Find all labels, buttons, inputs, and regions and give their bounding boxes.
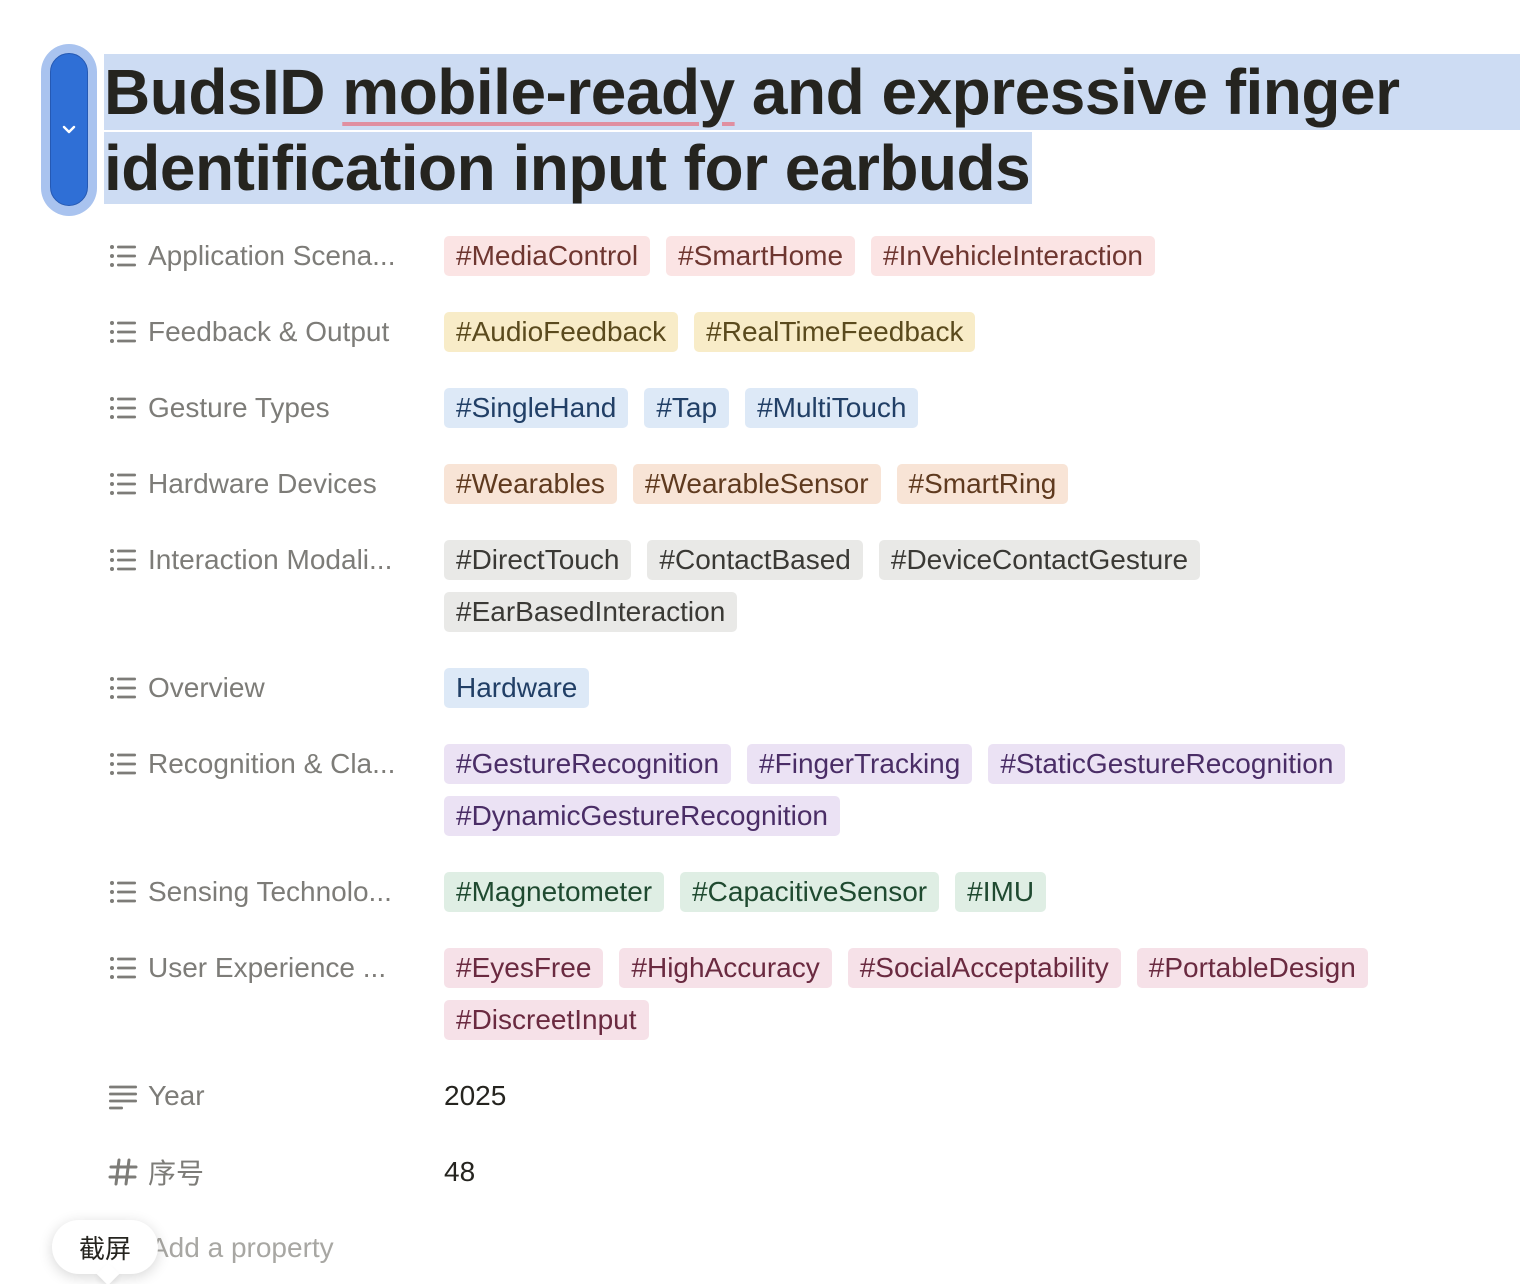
property-year-label-text: Year [148, 1080, 205, 1111]
tag[interactable]: #AudioFeedback [444, 312, 679, 352]
property-gesture-label[interactable]: Gesture Types [108, 388, 444, 428]
add-property-button[interactable]: Add a property [150, 1228, 334, 1268]
property-interaction-label-text: Interaction Modali... [148, 544, 393, 575]
tag[interactable]: #PortableDesign [1136, 948, 1368, 988]
tag[interactable]: #DeviceContactGesture [878, 540, 1201, 580]
property-row-gesture: Gesture Types #SingleHand #Tap #MultiTouch [108, 388, 1508, 428]
tag[interactable]: #InVehicleInteraction [871, 236, 1156, 276]
tag[interactable]: #WearableSensor [632, 464, 881, 504]
property-number-label[interactable]: 序号 [108, 1152, 444, 1192]
list-icon [108, 673, 138, 703]
list-icon [108, 545, 138, 575]
tag[interactable]: #Magnetometer [444, 872, 665, 912]
tag[interactable]: Hardware [444, 668, 590, 708]
tag[interactable]: #SingleHand [444, 388, 629, 428]
title-line-2-text: identification input for earbuds [104, 132, 1033, 204]
list-icon [108, 393, 138, 423]
property-feedback-label-text: Feedback & Output [148, 316, 390, 347]
text-lines-icon [108, 1081, 138, 1111]
list-icon [108, 317, 138, 347]
property-interaction-value[interactable]: #DirectTouch #ContactBased #DeviceContactG… [444, 540, 1404, 632]
tag[interactable]: #IMU [955, 872, 1047, 912]
list-icon [108, 953, 138, 983]
property-recognition-label-text: Recognition & Cla... [148, 748, 396, 779]
tag[interactable]: #HighAccuracy [619, 948, 832, 988]
property-ux-value[interactable]: #EyesFree #HighAccuracy #SocialAcceptabili… [444, 948, 1404, 1040]
property-hardware-label[interactable]: Hardware Devices [108, 464, 444, 504]
property-sensing-value[interactable]: #Magnetometer #CapacitiveSensor #IMU [444, 872, 1047, 912]
tag[interactable]: #MediaControl [444, 236, 651, 276]
page-title[interactable]: BudsID mobile-ready and expressive finge… [104, 54, 1520, 206]
list-icon [108, 469, 138, 499]
property-feedback-value[interactable]: #AudioFeedback #RealTimeFeedback [444, 312, 976, 352]
property-sensing-label[interactable]: Sensing Technolo... [108, 872, 444, 912]
property-row-overview: Overview Hardware [108, 668, 1508, 708]
title-rest-1: and expressive finger [751, 56, 1400, 128]
property-overview-value[interactable]: Hardware [444, 668, 590, 708]
property-application-value[interactable]: #MediaControl #SmartHome #InVehicleInterac… [444, 236, 1156, 276]
chevron-down-icon [62, 125, 76, 133]
tag[interactable]: #SmartRing [896, 464, 1069, 504]
property-overview-label-text: Overview [148, 672, 265, 703]
list-icon [108, 877, 138, 907]
tag[interactable]: #StaticGestureRecognition [988, 744, 1346, 784]
tag[interactable]: #CapacitiveSensor [680, 872, 940, 912]
tag[interactable]: #GestureRecognition [444, 744, 732, 784]
property-number-label-text: 序号 [148, 1158, 205, 1189]
tag[interactable]: #EarBasedInteraction [444, 592, 738, 632]
tag[interactable]: #DynamicGestureRecognition [444, 796, 840, 836]
property-row-ux: User Experience ... #EyesFree #HighAccurac… [108, 948, 1508, 1040]
property-recognition-label[interactable]: Recognition & Cla... [108, 744, 444, 784]
property-number-value[interactable]: 48 [444, 1152, 475, 1192]
tag[interactable]: #Tap [644, 388, 730, 428]
property-recognition-value[interactable]: #GestureRecognition #FingerTracking #Stati… [444, 744, 1404, 836]
property-application-label-text: Application Scena... [148, 240, 396, 271]
tag[interactable]: #Wearables [444, 464, 617, 504]
property-row-sensing: Sensing Technolo... #Magnetometer #Capacit… [108, 872, 1508, 912]
property-row-year: Year 2025 [108, 1076, 1508, 1116]
property-feedback-label[interactable]: Feedback & Output [108, 312, 444, 352]
tag[interactable]: #DirectTouch [444, 540, 632, 580]
property-hardware-label-text: Hardware Devices [148, 468, 377, 499]
property-overview-label[interactable]: Overview [108, 668, 444, 708]
title-line-2: identification input for earbuds [104, 130, 1520, 206]
property-gesture-label-text: Gesture Types [148, 392, 330, 423]
page: BudsID mobile-ready and expressive finge… [0, 0, 1520, 1284]
screenshot-tooltip-label: 截屏 [78, 1233, 131, 1264]
list-icon [108, 749, 138, 779]
property-interaction-label[interactable]: Interaction Modali... [108, 540, 444, 580]
tag[interactable]: #RealTimeFeedback [694, 312, 976, 352]
property-row-interaction: Interaction Modali... #DirectTouch #Contac… [108, 540, 1508, 632]
tag[interactable]: #SocialAcceptability [847, 948, 1121, 988]
list-icon [108, 241, 138, 271]
title-misspelled-word: mobile-ready [342, 56, 735, 128]
handle-button[interactable] [50, 53, 88, 206]
property-row-feedback: Feedback & Output #AudioFeedback #RealTime… [108, 312, 1508, 352]
property-row-number: 序号 48 [108, 1152, 1508, 1192]
property-sensing-label-text: Sensing Technolo... [148, 876, 392, 907]
property-year-label[interactable]: Year [108, 1076, 444, 1116]
block-drag-handle[interactable] [41, 44, 97, 216]
tag[interactable]: #MultiTouch [745, 388, 919, 428]
title-word-1: BudsID [104, 56, 326, 128]
property-ux-label[interactable]: User Experience ... [108, 948, 444, 988]
title-line-1: BudsID mobile-ready and expressive finge… [104, 54, 1520, 130]
property-year-value[interactable]: 2025 [444, 1076, 506, 1116]
hash-icon [108, 1157, 138, 1187]
property-row-application: Application Scena... #MediaControl #SmartH… [108, 236, 1508, 276]
property-application-label[interactable]: Application Scena... [108, 236, 444, 276]
property-list: Application Scena... #MediaControl #SmartH… [108, 236, 1508, 1228]
tag[interactable]: #EyesFree [444, 948, 604, 988]
property-row-hardware: Hardware Devices #Wearables #WearableSenso… [108, 464, 1508, 504]
property-gesture-value[interactable]: #SingleHand #Tap #MultiTouch [444, 388, 919, 428]
tag[interactable]: #SmartHome [666, 236, 856, 276]
property-row-recognition: Recognition & Cla... #GestureRecognition #… [108, 744, 1508, 836]
tag[interactable]: #DiscreetInput [444, 1000, 649, 1040]
tag[interactable]: #ContactBased [647, 540, 863, 580]
property-hardware-value[interactable]: #Wearables #WearableSensor #SmartRing [444, 464, 1069, 504]
tag[interactable]: #FingerTracking [747, 744, 973, 784]
screenshot-tooltip[interactable]: 截屏 [52, 1220, 158, 1274]
property-ux-label-text: User Experience ... [148, 952, 387, 983]
